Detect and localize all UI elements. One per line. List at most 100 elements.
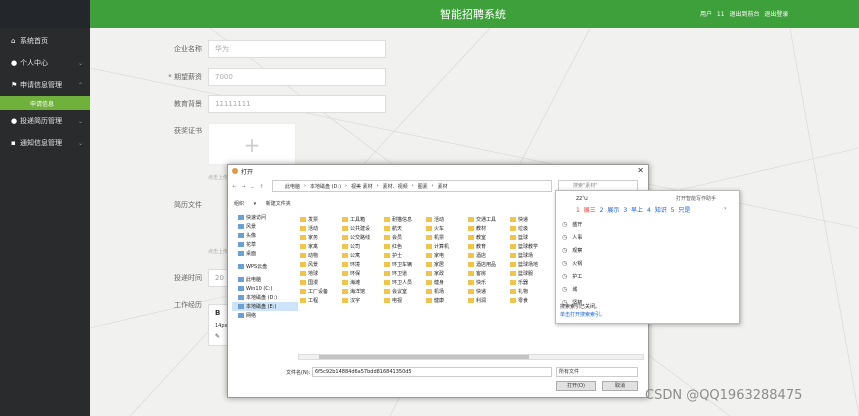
ime-candidate[interactable]: 1 展三 [576,207,596,214]
file-item[interactable]: 公交路线 [342,233,384,241]
file-item[interactable]: 教材 [468,224,510,232]
file-item[interactable]: 家务 [300,233,342,241]
ime-candidate[interactable]: 4 知识 [647,207,667,214]
breadcrumb[interactable]: 此电脑 › 本地磁盘 (D:) › 视美 素材 › 素材、视频 › 图素 › 素材 [272,180,552,192]
company-input[interactable]: 华为 [208,40,386,58]
filetype-select[interactable]: 所有文件 [556,367,638,377]
file-item[interactable]: 零食 [510,296,552,304]
file-item[interactable]: 汉字 [342,296,384,304]
nav-item[interactable]: 此电脑 [232,275,298,284]
dialog-toolbar[interactable]: 组织 ▾ 新建文件夹 [234,200,291,207]
file-item[interactable]: 健身 [426,278,468,286]
file-item[interactable]: 教育 [468,242,510,250]
bold-button[interactable]: B [215,309,220,317]
file-item[interactable]: 海滩 [342,278,384,286]
breadcrumb-item[interactable]: 此电脑 [285,183,300,190]
user-links[interactable]: 用户 11 退出到前台 退出登录 [700,9,788,18]
file-item[interactable]: 公司 [342,242,384,250]
file-item[interactable]: 篮球场 [510,251,552,259]
editor-box[interactable]: B 14px ✎ [208,304,228,346]
file-item[interactable]: 家居 [426,260,468,268]
file-item[interactable]: 家电 [426,251,468,259]
open-button[interactable]: 打开(O) [556,381,596,391]
sidebar-item-notice[interactable]: ▪ 通知信息管理 ⌄ [0,132,90,154]
file-item[interactable]: 环保 [342,269,384,277]
file-item[interactable]: 公寓 [342,251,384,259]
nav-item[interactable]: Win10 (C:) [232,284,298,293]
sidebar-subitem-application-info[interactable]: 申请信息 [0,96,90,110]
history-item[interactable]: ◷ 城 [562,284,577,294]
history-item[interactable]: ◷ 观察 [562,245,582,255]
scrollbar-thumb[interactable] [319,355,529,359]
file-item[interactable]: 篮球场地 [510,260,552,268]
ime-candidate[interactable]: 5 只是 [671,207,691,214]
breadcrumb-item[interactable]: 素材 [438,183,448,190]
file-item[interactable]: 风景 [300,260,342,268]
file-item[interactable]: 篮球教学 [510,242,552,250]
cancel-button[interactable]: 取消 [602,381,638,391]
nav-item[interactable]: 本地磁盘 (D:) [232,293,298,302]
file-item[interactable]: 会议室 [384,287,426,295]
file-item[interactable]: 工厂设备 [300,287,342,295]
file-item[interactable]: 发票 [300,215,342,223]
up-icon[interactable]: ↑ [257,184,266,190]
sidebar-item-application[interactable]: ⚑ 申请信息管理 ⌃ [0,74,90,96]
file-item[interactable]: 活动 [300,224,342,232]
file-item[interactable]: 酒店用品 [468,260,510,268]
nav-item[interactable]: 网络 [232,311,298,320]
file-item[interactable]: 教室 [468,233,510,241]
horizontal-scrollbar[interactable] [298,354,644,360]
file-item[interactable]: 交通工具 [468,215,510,223]
file-item[interactable]: 活动 [426,215,468,223]
breadcrumb-item[interactable]: 视美 素材 [351,183,373,190]
file-item[interactable]: 环卫车辆 [384,260,426,268]
time-input[interactable]: 20 [208,269,228,287]
ime-more-icon[interactable]: › [724,205,726,212]
file-item[interactable]: 快递 [468,287,510,295]
nav-item[interactable]: 风景 [232,222,298,231]
file-item[interactable]: 机场 [426,287,468,295]
file-item[interactable]: 火车 [426,224,468,232]
ime-assistant-link[interactable]: 打开智能写作助手 [676,195,716,202]
breadcrumb-item[interactable]: 素材、视频 [383,183,408,190]
file-item[interactable]: 地球 [300,269,342,277]
breadcrumb-item[interactable]: 本地磁盘 (D:) [310,183,341,190]
file-item[interactable]: 环境 [342,260,384,268]
file-item[interactable]: 环卫道 [384,269,426,277]
back-icon[interactable]: ← [230,184,239,190]
file-item[interactable]: 计算机 [426,242,468,250]
filename-input[interactable]: 6f5c92b14884d6a57bdd816841350d5 [312,367,552,377]
history-item[interactable]: ◷ 人事 [562,232,582,242]
sidebar-item-personal[interactable]: ● 个人中心 ⌄ [0,52,90,74]
file-item[interactable]: 家禽 [300,242,342,250]
history-item[interactable]: ◷ 盛开 [562,219,582,229]
file-item[interactable]: 海洋馆 [342,287,384,295]
file-item[interactable]: 环卫人员 [384,278,426,286]
file-item[interactable]: 红色 [384,242,426,250]
salary-input[interactable]: 7000 [208,68,386,86]
file-item[interactable]: 篮球服 [510,269,552,277]
nav-item[interactable]: 头像 [232,231,298,240]
file-item[interactable]: 快递 [510,215,552,223]
ime-candidate[interactable]: 2 展示 [600,207,620,214]
file-item[interactable]: 利润 [468,296,510,304]
file-item[interactable]: 礼物 [510,287,552,295]
sidebar-item-resume[interactable]: ● 投递简历管理 ⌄ [0,110,90,132]
file-item[interactable]: 家政 [426,269,468,277]
close-icon[interactable]: ✕ [637,166,644,175]
chevron-down-icon[interactable]: ⌄ [248,184,257,190]
file-item[interactable]: 机票 [426,233,468,241]
history-item[interactable]: ◷ 护工 [562,271,582,281]
file-item[interactable]: 快乐 [468,278,510,286]
file-item[interactable]: 耐猫信息 [384,215,426,223]
file-item[interactable]: 工程 [300,296,342,304]
file-item[interactable]: 公共建设 [342,224,384,232]
nav-item[interactable]: 快速访问 [232,213,298,222]
certificate-upload[interactable]: + [208,123,296,165]
ime-candidate[interactable]: 3 早上 [623,207,643,214]
file-item[interactable]: 健康 [426,296,468,304]
file-item[interactable]: 动物 [300,251,342,259]
file-item[interactable]: 工具箱 [342,215,384,223]
forward-icon[interactable]: → [239,184,248,190]
file-item[interactable]: 护士 [384,251,426,259]
